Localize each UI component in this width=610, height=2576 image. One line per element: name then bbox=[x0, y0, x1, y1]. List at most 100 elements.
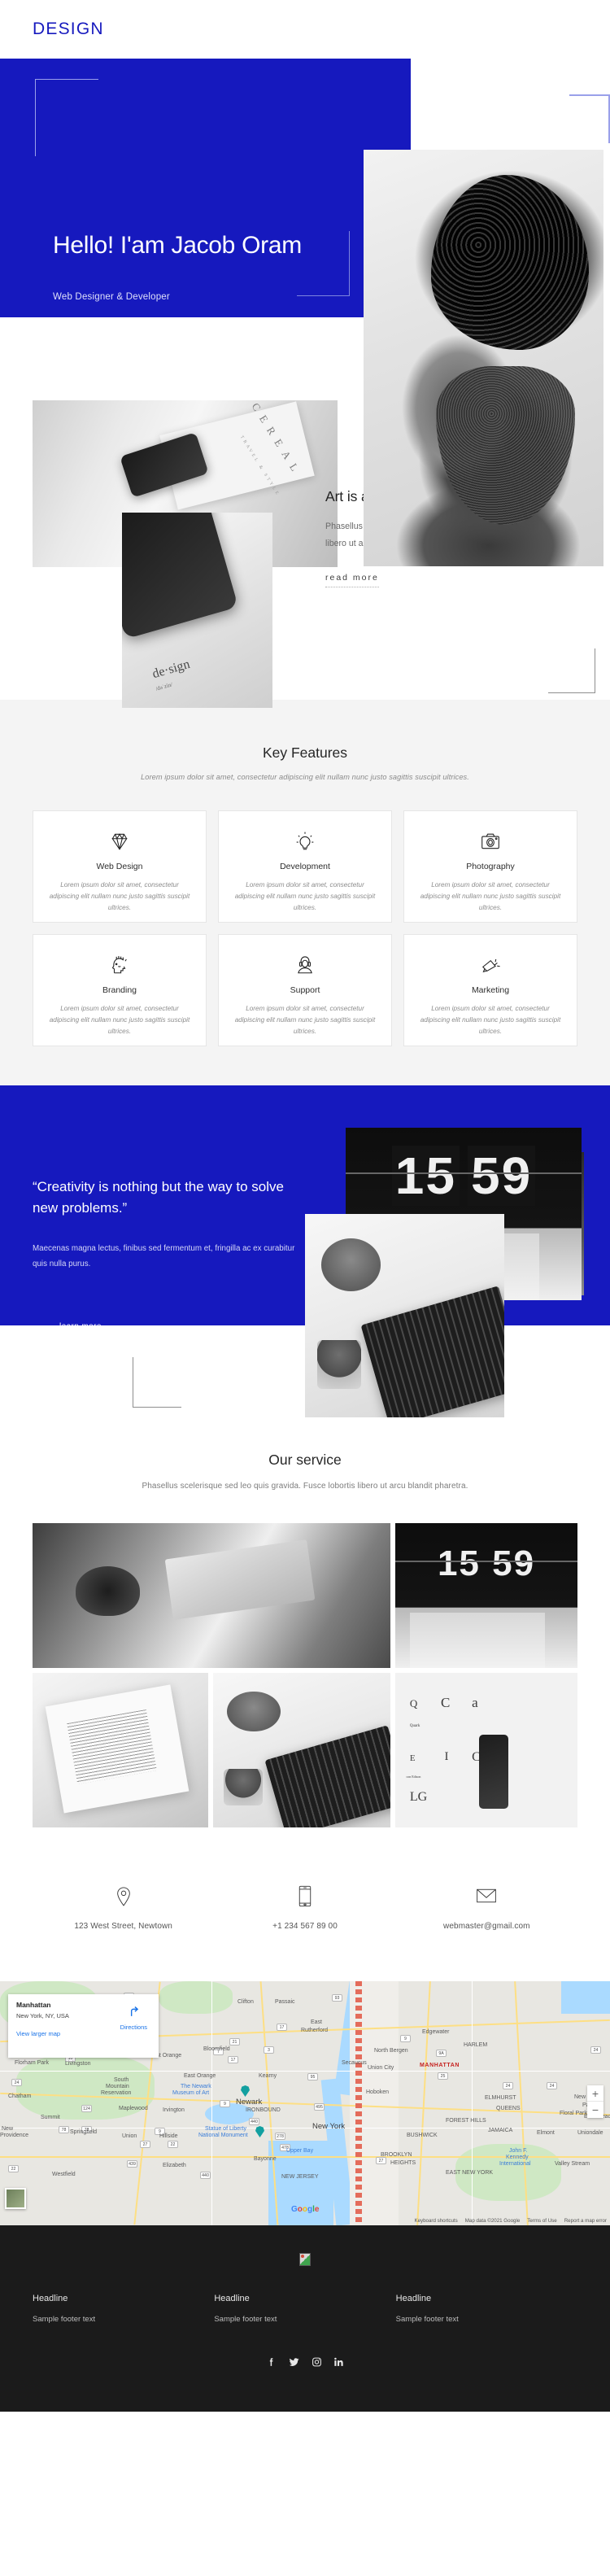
report-map-error-link[interactable]: Report a map error bbox=[564, 2218, 607, 2224]
mobile-phone-icon bbox=[298, 1881, 312, 1910]
route-shield: 78 bbox=[59, 2126, 69, 2133]
contact-section: 123 West Street, Newtown +1 234 567 89 0… bbox=[0, 1827, 610, 1981]
feature-description: Lorem ipsum dolor sit amet, consectetur … bbox=[49, 881, 190, 912]
linkedin-icon[interactable] bbox=[333, 2356, 344, 2368]
route-shield: 440 bbox=[249, 2118, 259, 2125]
map-place-label: Museum of Art bbox=[172, 2090, 210, 2096]
map-place-label: Livingston bbox=[65, 2061, 91, 2067]
gallery-row: 15 59 bbox=[33, 1523, 577, 1668]
landing-page: DESIGN Hello! I'am Jacob Oram Web Design… bbox=[0, 0, 610, 2412]
hero-subtitle: Web Designer & Developer bbox=[53, 292, 170, 302]
quote-decor-frame bbox=[133, 1357, 181, 1408]
service-gallery: 15 59 Q Quark C a E con Edison I C LG bbox=[33, 1523, 577, 1827]
map-place-label: Hillside bbox=[159, 2133, 178, 2139]
hero-decor-frame-bottom-right bbox=[297, 231, 350, 296]
feature-card[interactable]: Branding Lorem ipsum dolor sit amet, con… bbox=[33, 934, 207, 1046]
route-shield: 25 bbox=[438, 2072, 448, 2080]
map-place-label: Secaucus bbox=[342, 2060, 367, 2066]
instagram-icon[interactable] bbox=[312, 2356, 322, 2368]
art-read-more-link[interactable]: read more bbox=[325, 573, 379, 588]
route-shield: 21 bbox=[229, 2038, 240, 2046]
feature-name: Branding bbox=[102, 985, 137, 995]
camera-icon bbox=[480, 829, 501, 854]
contact-item-phone: +1 234 567 89 00 bbox=[214, 1881, 395, 1931]
feature-name: Support bbox=[290, 985, 320, 995]
envelope-icon bbox=[476, 1881, 497, 1910]
map-place-label: The Newark bbox=[181, 2084, 211, 2089]
directions-label: Directions bbox=[120, 2024, 147, 2031]
map-place-label: Florham Park bbox=[15, 2060, 50, 2066]
hero-portrait-image bbox=[364, 150, 603, 566]
footer-headline: Headline bbox=[395, 2294, 432, 2303]
design-word-text: de·sign bbox=[150, 657, 192, 681]
gallery-item[interactable] bbox=[33, 1523, 390, 1668]
hero-title: Hello! I'am Jacob Oram bbox=[53, 232, 302, 259]
map-place-label: Floral Park bbox=[560, 2111, 587, 2116]
feature-description: Lorem ipsum dolor sit amet, consectetur … bbox=[234, 881, 376, 912]
gallery-item[interactable] bbox=[213, 1673, 390, 1827]
twitter-icon[interactable] bbox=[288, 2356, 300, 2368]
map-place-label: Edgewater bbox=[422, 2029, 450, 2035]
map-place-label: BUSHWICK bbox=[407, 2133, 438, 2138]
map-place-label: ELMHURST bbox=[485, 2095, 516, 2101]
cereal-title-text: CEREAL bbox=[249, 400, 305, 480]
map-street-view-thumbnail[interactable] bbox=[5, 2188, 26, 2209]
map-place-label: New bbox=[2, 2126, 14, 2132]
gallery-item[interactable]: 15 59 bbox=[395, 1523, 577, 1668]
route-shield: 9 bbox=[220, 2100, 230, 2107]
gallery-item[interactable]: Q Quark C a E con Edison I C LG bbox=[395, 1673, 577, 1827]
gallery-item[interactable] bbox=[33, 1673, 208, 1827]
map-zoom-controls[interactable]: + − bbox=[587, 2085, 603, 2118]
facebook-icon[interactable] bbox=[266, 2356, 277, 2368]
footer-text: Sample footer text bbox=[395, 2315, 459, 2324]
keyboard-shortcuts-link[interactable]: Keyboard shortcuts bbox=[414, 2218, 457, 2224]
feature-name: Web Design bbox=[96, 862, 143, 871]
route-shield: 24 bbox=[503, 2082, 513, 2089]
map-place-label: International bbox=[499, 2161, 531, 2167]
quote-image-laptop-desk bbox=[305, 1214, 504, 1417]
map-place-label: East Orange bbox=[184, 2073, 216, 2079]
contact-item-email: webmaster@gmail.com bbox=[396, 1881, 577, 1931]
footer-text: Sample footer text bbox=[33, 2315, 96, 2324]
feature-card[interactable]: Photography Lorem ipsum dolor sit amet, … bbox=[403, 810, 577, 923]
route-shield: 24 bbox=[547, 2082, 557, 2089]
hero-learn-more-button[interactable]: learn more bbox=[53, 333, 151, 365]
zoom-in-button[interactable]: + bbox=[587, 2085, 603, 2102]
map-place-label: Passaic bbox=[275, 1999, 295, 2005]
site-logo[interactable]: DESIGN bbox=[33, 20, 104, 39]
feature-name: Marketing bbox=[471, 985, 510, 995]
map-place-label: IRONBOUND bbox=[246, 2107, 281, 2113]
directions-button[interactable]: Directions bbox=[120, 2004, 147, 2031]
service-section: Our service Phasellus scelerisque sed le… bbox=[0, 1401, 610, 1827]
map-section[interactable]: 280 93 17 21 9 7 3 9A 10 17 24 95 9 495 … bbox=[0, 1981, 610, 2225]
map-place-label: Summit bbox=[41, 2115, 60, 2120]
map-place-label: Uniondale bbox=[577, 2130, 603, 2136]
map-place-label: New York bbox=[312, 2122, 346, 2131]
broken-image-icon bbox=[299, 2253, 311, 2266]
terms-of-use-link[interactable]: Terms of Use bbox=[527, 2218, 556, 2224]
route-shield: 24 bbox=[11, 2079, 22, 2086]
gallery-row: Q Quark C a E con Edison I C LG bbox=[33, 1673, 577, 1827]
view-larger-map-link[interactable]: View larger map bbox=[16, 2030, 150, 2037]
footer-column: Headline Sample footer text bbox=[214, 2294, 395, 2324]
zoom-out-button[interactable]: − bbox=[587, 2102, 603, 2118]
feature-card[interactable]: Web Design Lorem ipsum dolor sit amet, c… bbox=[33, 810, 207, 923]
feature-name: Development bbox=[280, 862, 330, 871]
map-place-label: HEIGHTS bbox=[390, 2160, 416, 2166]
feature-card[interactable]: Support Lorem ipsum dolor sit amet, cons… bbox=[218, 934, 392, 1046]
map-place-label: Westfield bbox=[52, 2172, 76, 2177]
features-title: Key Features bbox=[262, 744, 348, 761]
route-shield: 17 bbox=[228, 2056, 238, 2063]
map-place-label: Valley Stream bbox=[555, 2161, 590, 2167]
art-image-secondary: de·sign /dəˈzīn/ bbox=[122, 513, 272, 708]
feature-card[interactable]: Marketing Lorem ipsum dolor sit amet, co… bbox=[403, 934, 577, 1046]
map-place-label: Statue of Liberty bbox=[205, 2126, 246, 2132]
map-place-label: Kearny bbox=[259, 2073, 277, 2079]
quote-learn-more-button[interactable]: learn more bbox=[59, 1322, 102, 1331]
feature-card[interactable]: Development Lorem ipsum dolor sit amet, … bbox=[218, 810, 392, 923]
features-section: Key Features Lorem ipsum dolor sit amet,… bbox=[0, 700, 610, 1085]
map-place-label: Elmont bbox=[537, 2130, 555, 2136]
map-place-label: Kennedy bbox=[506, 2155, 529, 2160]
map-place-label: Clifton bbox=[237, 1999, 254, 2005]
map-place-label: JAMAICA bbox=[488, 2128, 513, 2133]
